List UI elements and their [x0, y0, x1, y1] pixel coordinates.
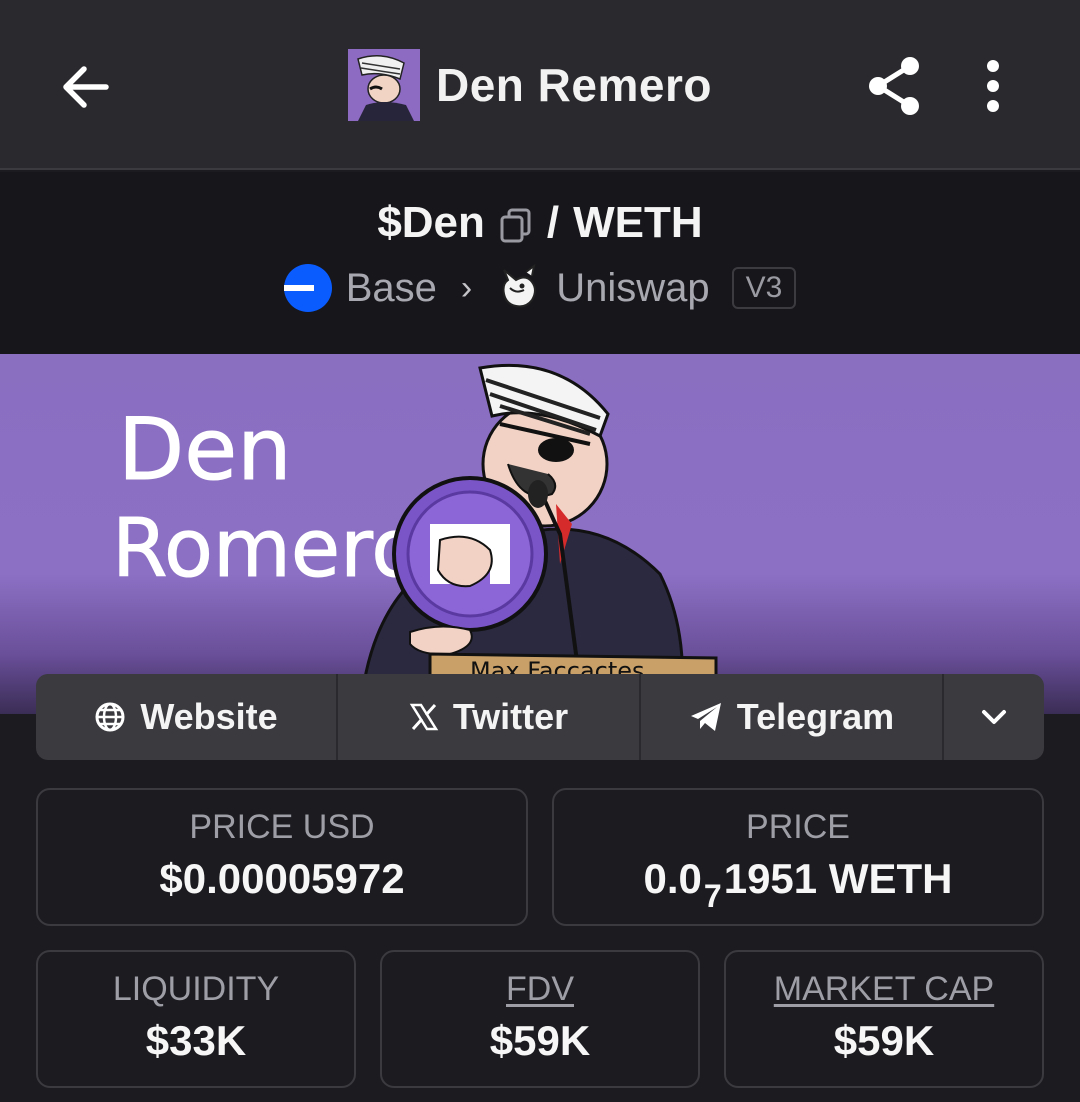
back-button[interactable] — [52, 55, 116, 119]
chain-name[interactable]: Base — [346, 266, 437, 311]
dex-name[interactable]: Uniswap — [556, 266, 709, 311]
globe-icon — [95, 702, 125, 732]
telegram-link-button[interactable]: Telegram — [641, 674, 944, 760]
token-title: Den Remero — [348, 48, 712, 122]
price-native-label: PRICE — [746, 808, 850, 846]
token-banner: Den Romero Max Faccactes — [0, 354, 1080, 714]
liquidity-label: LIQUIDITY — [112, 970, 280, 1008]
telegram-label: Telegram — [736, 696, 895, 737]
copy-icon[interactable] — [499, 205, 533, 243]
social-links-bar: Website Twitter Telegram — [36, 674, 1044, 760]
dex-version-badge: V3 — [731, 267, 797, 309]
banner-text-den: Den — [118, 400, 292, 500]
website-link-button[interactable]: Website — [36, 674, 338, 760]
market-cap-label[interactable]: MARKET CAP — [726, 970, 1042, 1009]
liquidity-value: $33K — [145, 1017, 247, 1064]
fdv-card: FDV $59K — [380, 950, 700, 1088]
chevron-down-icon — [982, 710, 1006, 724]
price-suffix: 1951 WETH — [723, 855, 953, 902]
base-token-symbol: $Den — [377, 198, 485, 247]
uniswap-unicorn-icon — [502, 264, 537, 308]
more-options-button[interactable] — [968, 52, 1018, 120]
price-native-value: 0.071951 WETH — [554, 855, 1042, 914]
pair-separator: / — [546, 198, 560, 247]
price-usd-label: PRICE USD — [189, 808, 375, 846]
more-links-button[interactable] — [944, 674, 1044, 760]
quote-token-symbol: WETH — [573, 198, 703, 247]
pair-name: $Den / WETH — [0, 198, 1080, 248]
fdv-value: $59K — [489, 1017, 591, 1064]
app-title: Den Remero — [436, 59, 712, 111]
twitter-link-button[interactable]: Twitter — [338, 674, 641, 760]
liquidity-card: LIQUIDITY $33K — [36, 950, 356, 1088]
base-chain-icon — [283, 264, 332, 312]
token-avatar — [348, 49, 420, 121]
chevron-right-icon: › — [460, 268, 473, 307]
banner-text-romero: Romero — [112, 502, 420, 595]
share-icon — [869, 57, 919, 115]
pair-header: $Den / WETH Base › Uniswap V3 — [0, 172, 1080, 354]
price-zero-count: 7 — [703, 878, 722, 914]
market-cap-value: $59K — [833, 1017, 935, 1064]
chain-breadcrumb: Base › Uniswap V3 — [0, 264, 1080, 312]
price-usd-value: $0.00005972 — [159, 855, 405, 902]
arrow-left-icon — [63, 66, 109, 108]
fdv-label[interactable]: FDV — [382, 970, 698, 1009]
more-vertical-icon — [987, 60, 999, 112]
share-button[interactable] — [862, 52, 926, 120]
x-icon — [409, 703, 439, 731]
website-label: Website — [140, 696, 278, 737]
app-bar: Den Remero — [0, 0, 1080, 170]
price-prefix: 0.0 — [643, 855, 702, 902]
market-cap-card: MARKET CAP $59K — [724, 950, 1044, 1088]
twitter-label: Twitter — [452, 696, 569, 737]
telegram-icon — [690, 703, 721, 731]
price-native-card: PRICE 0.071951 WETH — [552, 788, 1044, 926]
price-usd-card: PRICE USD $0.00005972 — [36, 788, 528, 926]
